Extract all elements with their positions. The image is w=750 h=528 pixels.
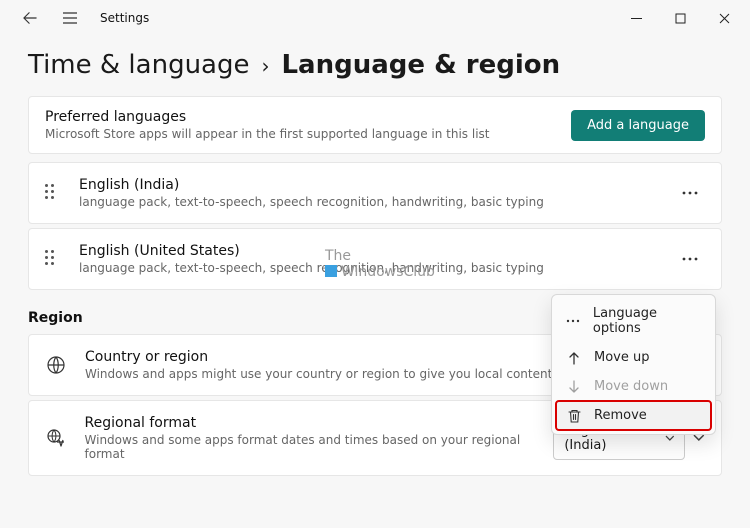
breadcrumb: Time & language › Language & region <box>0 36 750 96</box>
preferred-languages-heading: Preferred languages <box>45 109 490 125</box>
language-row[interactable]: English (India) language pack, text-to-s… <box>28 162 722 224</box>
language-text: English (United States) language pack, t… <box>79 243 544 275</box>
language-more-button[interactable] <box>675 178 705 208</box>
language-features: language pack, text-to-speech, speech re… <box>79 261 544 275</box>
app-title: Settings <box>100 11 149 25</box>
country-region-title: Country or region <box>85 349 552 365</box>
trash-icon <box>566 409 582 423</box>
arrow-up-icon <box>566 351 582 365</box>
minimize-icon <box>631 13 642 24</box>
ctx-remove[interactable]: Remove <box>556 401 711 430</box>
nav-menu-button[interactable] <box>54 3 86 33</box>
breadcrumb-parent[interactable]: Time & language <box>28 50 249 80</box>
language-name: English (India) <box>79 177 544 193</box>
add-language-button[interactable]: Add a language <box>571 110 705 141</box>
hamburger-icon <box>63 12 77 24</box>
regional-format-title: Regional format <box>85 415 554 431</box>
preferred-languages-section: Preferred languages Microsoft Store apps… <box>0 96 750 290</box>
language-list: English (India) language pack, text-to-s… <box>28 162 722 290</box>
drag-handle-icon[interactable] <box>45 184 59 202</box>
close-button[interactable] <box>702 3 746 33</box>
expand-chevron-icon[interactable] <box>693 434 705 442</box>
breadcrumb-current: Language & region <box>281 50 560 80</box>
language-more-button[interactable] <box>675 244 705 274</box>
globe-icon <box>45 355 67 375</box>
ctx-move-down: Move down <box>556 372 711 401</box>
ctx-label: Remove <box>594 408 647 423</box>
preferred-languages-text: Preferred languages Microsoft Store apps… <box>45 109 490 141</box>
language-context-menu: Language options Move up Move down Remov… <box>551 294 716 435</box>
titlebar-left: Settings <box>4 3 149 33</box>
back-arrow-icon <box>23 11 37 25</box>
regional-format-sub: Windows and some apps format dates and t… <box>85 433 554 461</box>
more-horizontal-icon <box>682 257 698 261</box>
more-horizontal-icon <box>566 319 581 323</box>
back-button[interactable] <box>14 3 46 33</box>
drag-handle-icon[interactable] <box>45 250 59 268</box>
language-features: language pack, text-to-speech, speech re… <box>79 195 544 209</box>
globe-translate-icon <box>45 428 67 448</box>
ctx-label: Language options <box>593 306 701 336</box>
language-text: English (India) language pack, text-to-s… <box>79 177 544 209</box>
window-controls <box>614 3 746 33</box>
preferred-languages-header-card: Preferred languages Microsoft Store apps… <box>28 96 722 154</box>
minimize-button[interactable] <box>614 3 658 33</box>
language-row[interactable]: English (United States) language pack, t… <box>28 228 722 290</box>
country-region-sub: Windows and apps might use your country … <box>85 367 552 381</box>
maximize-icon <box>675 13 686 24</box>
language-name: English (United States) <box>79 243 544 259</box>
breadcrumb-sep: › <box>261 54 269 78</box>
close-icon <box>719 13 730 24</box>
ctx-label: Move up <box>594 350 650 365</box>
titlebar: Settings <box>0 0 750 36</box>
arrow-down-icon <box>566 380 582 394</box>
more-horizontal-icon <box>682 191 698 195</box>
maximize-button[interactable] <box>658 3 702 33</box>
ctx-move-up[interactable]: Move up <box>556 343 711 372</box>
regional-format-text: Regional format Windows and some apps fo… <box>85 415 554 461</box>
ctx-label: Move down <box>594 379 668 394</box>
ctx-language-options[interactable]: Language options <box>556 299 711 343</box>
country-region-text: Country or region Windows and apps might… <box>85 349 552 381</box>
chevron-down-icon <box>665 435 675 441</box>
preferred-languages-sub: Microsoft Store apps will appear in the … <box>45 127 490 141</box>
